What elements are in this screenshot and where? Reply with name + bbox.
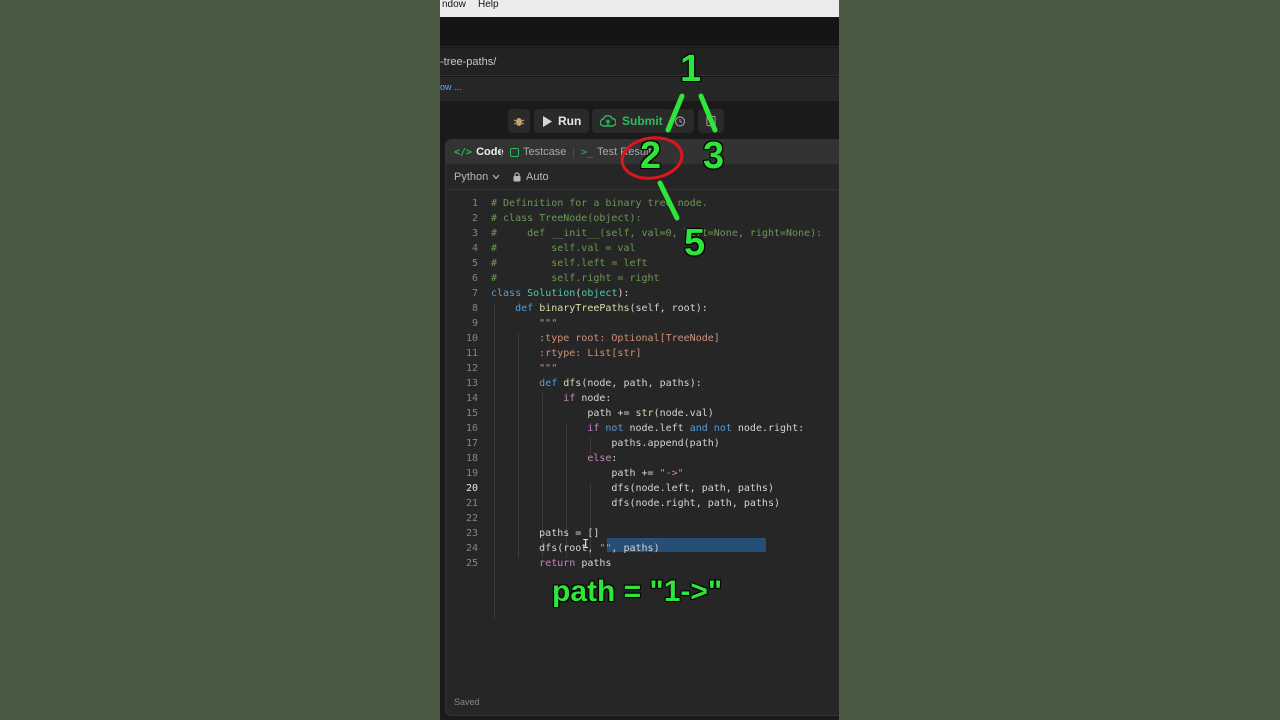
language-bar: Python Auto [446,164,839,190]
code-line-text: # self.left = left [491,258,648,269]
code-line-text: # self.val = val [491,243,636,254]
cloud-upload-icon [600,115,616,127]
code-icon: </> [454,146,473,158]
tab-code-label: Code [476,146,504,158]
line-number: 4 [471,243,478,254]
auto-mode-toggle[interactable]: Auto [513,171,549,183]
line-number: 9 [471,318,478,329]
tab-divider [573,147,574,158]
code-line-text: # def __init__(self, val=0, left=None, r… [491,228,823,239]
play-icon [543,115,552,127]
auto-label: Auto [526,171,549,183]
line-number: 16 [465,423,478,434]
browser-titlebar [440,17,839,47]
code-line-text: dfs(node.left, path, paths) [491,483,774,494]
menu-help[interactable]: Help [478,0,499,10]
code-line-text: """ [491,318,558,329]
line-number: 11 [465,348,478,359]
code-line-text: path += str(node.val) [491,408,714,419]
line-number: 20 [465,483,478,494]
code-line-text: :type root: Optional[TreeNode] [491,333,720,344]
bookmark-bar: ow ... [440,77,839,101]
line-number: 1 [471,198,478,209]
checkbox-icon [510,147,519,157]
language-label: Python [454,171,489,183]
line-number: 14 [465,393,478,404]
line-number: 24 [465,543,478,554]
code-line-text: dfs(root, "", paths) [491,543,660,554]
line-number: 18 [465,453,478,464]
address-bar[interactable]: -tree-paths/ [440,48,839,76]
line-number: 22 [465,513,478,524]
code-line-text: def binaryTreePaths(self, root): [515,303,708,314]
line-number: 3 [471,228,478,239]
panel-tabs: </> Code Testcase >_ Test Result [446,140,839,164]
tab-testcase[interactable]: Testcase [510,146,566,158]
lock-icon [513,172,521,182]
line-number: 12 [465,363,478,374]
line-number: 13 [465,378,478,389]
line-number: 5 [471,258,478,269]
line-number: 25 [465,558,478,569]
timer-button[interactable] [666,109,694,133]
code-line-text: return paths [539,558,612,569]
line-number: 2 [471,213,478,224]
run-button[interactable]: Run [534,109,590,133]
tab-divider [501,147,502,158]
terminal-icon: >_ [581,146,594,158]
line-number: 23 [465,528,478,539]
language-select[interactable]: Python [454,171,500,183]
line-number: 17 [465,438,478,449]
code-line-text: if not node.left and not node.right: [587,423,805,434]
bug-icon [513,118,525,126]
line-number: 19 [465,468,478,479]
chevron-down-icon [492,174,500,180]
tab-testcase-label: Testcase [523,146,567,158]
line-number: 8 [471,303,478,314]
line-number: 21 [465,498,478,509]
line-number: 7 [471,288,478,299]
code-panel: </> Code Testcase >_ Test Result Python [445,139,839,716]
text-cursor-icon: I [582,537,590,551]
bookmark-link[interactable]: ow ... [440,82,462,92]
code-line-text: path += "->" [491,468,684,479]
line-number: 10 [465,333,478,344]
submit-label: Submit [622,114,663,128]
editor-toolbar: Run Submit [440,102,839,138]
note-icon [706,115,716,127]
tab-test-result[interactable]: >_ Test Result [581,146,651,158]
code-line-text: def dfs(node, path, paths): [539,378,702,389]
code-line-text: class Solution(object): [491,288,630,299]
notes-button[interactable] [698,109,724,133]
alarm-clock-icon [674,116,686,127]
tab-result-label: Test Result [597,146,652,158]
menu-window[interactable]: ndow [442,0,466,10]
line-number: 6 [471,273,478,284]
code-line-text: # self.right = right [491,273,660,284]
save-status: Saved [454,697,480,707]
tab-code[interactable]: </> Code [454,146,504,158]
run-label: Run [558,114,582,128]
code-line-text: # Definition for a binary tree node. [491,198,708,209]
code-line-text: # class TreeNode(object): [491,213,642,224]
code-line-text: if node: [563,393,612,404]
code-line-text: :rtype: List[str] [491,348,642,359]
line-number: 15 [465,408,478,419]
debug-button[interactable] [508,109,530,133]
code-line-text: dfs(node.right, path, paths) [491,498,780,509]
menu-bar: ndow Help [440,0,839,17]
code-line-text: else: [587,453,618,464]
url-text[interactable]: -tree-paths/ [440,56,496,68]
submit-button[interactable]: Submit [592,109,671,133]
code-line-text: paths.append(path) [491,438,720,449]
screen: ndow Help -tree-paths/ ow ... Run Submit… [440,0,839,720]
code-line-text: """ [491,363,558,374]
